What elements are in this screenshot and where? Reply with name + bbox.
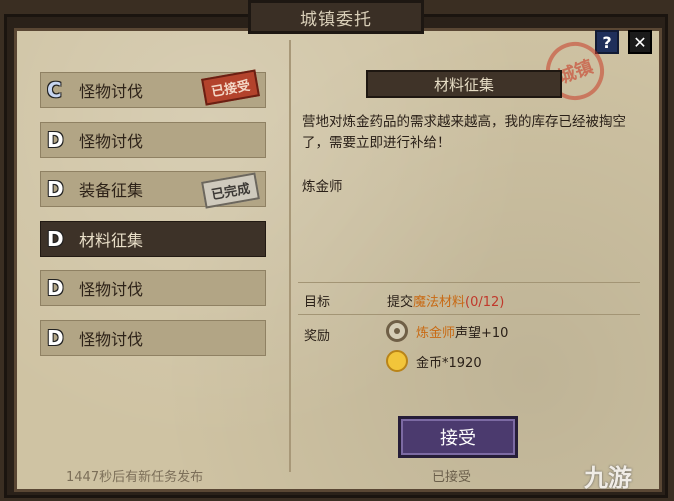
quest-item-4-selected[interactable]: D 材料征集 (40, 221, 266, 257)
refresh-timer-text: 1447秒后有新任务发布 (66, 470, 204, 485)
quest-item-6[interactable]: D 怪物讨伐 (40, 320, 266, 356)
reward-gold: 金币*1920 (386, 350, 482, 372)
accept-status-text: 已接受 (432, 470, 472, 485)
divider-line (298, 314, 640, 315)
panel-divider (289, 40, 291, 472)
gold-coin-icon (386, 350, 408, 372)
divider-line (298, 282, 640, 283)
goal-prefix: 提交 (387, 295, 414, 310)
quest-label: 材料征集 (79, 231, 144, 250)
medal-icon (386, 320, 408, 342)
close-button[interactable]: ✕ (628, 30, 652, 54)
watermark-logo: 九游 (584, 464, 632, 492)
quest-label: 怪物讨伐 (79, 280, 144, 299)
help-button[interactable]: ? (595, 30, 619, 54)
quest-item-5[interactable]: D 怪物讨伐 (40, 270, 266, 306)
quest-giver: 炼金师 (302, 179, 343, 195)
quest-label: 装备征集 (79, 181, 144, 200)
reward-label: 奖励 (304, 329, 331, 344)
reputation-amount: 声望+10 (455, 325, 509, 341)
quest-item-2[interactable]: D 怪物讨伐 (40, 122, 266, 158)
rank-badge: D (47, 227, 64, 251)
rank-badge: C (47, 78, 62, 102)
accept-button[interactable]: 接受 (398, 416, 518, 458)
window-title: 城镇委托 (248, 0, 424, 34)
quest-label: 怪物讨伐 (79, 82, 144, 101)
rank-badge: D (47, 128, 64, 152)
detail-title: 材料征集 (366, 70, 562, 98)
goal-progress: (0/12) (465, 295, 505, 310)
quest-label: 怪物讨伐 (79, 132, 144, 151)
goal-label: 目标 (304, 295, 331, 310)
quest-description: 营地对炼金药品的需求越来越高，我的库存已经被掏空了，需要立即进行补给！ (302, 114, 626, 151)
goal-item: 魔法材料 (413, 295, 466, 310)
rank-badge: D (47, 276, 64, 300)
rank-badge: D (47, 326, 64, 350)
quest-label: 怪物讨伐 (79, 330, 144, 349)
reputation-name: 炼金师 (416, 325, 456, 341)
goal-value: 提交魔法材料(0/12) (387, 291, 504, 310)
rank-badge: D (47, 177, 64, 201)
gold-amount: 金币*1920 (416, 355, 482, 371)
reward-reputation: 炼金师 声望+10 (386, 320, 508, 342)
